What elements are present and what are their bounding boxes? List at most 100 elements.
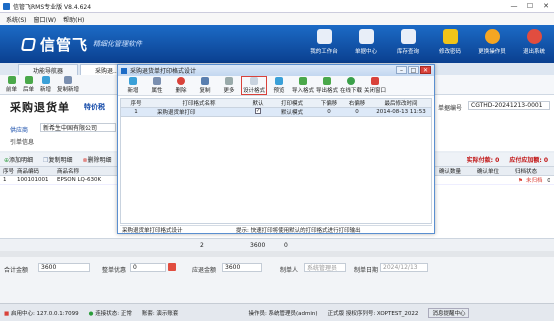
exit-system-button[interactable]: 退出系统 <box>518 29 550 55</box>
import-format-label: 导入格式 <box>291 88 314 94</box>
workbench-label: 我的工作台 <box>310 49 338 55</box>
preview-label: 预览 <box>273 88 285 94</box>
delete-detail-button[interactable]: ⊗删除明细 <box>82 155 111 164</box>
document-icon <box>358 29 374 44</box>
next-doc-button[interactable]: 后单 <box>23 76 34 93</box>
design-format-label: 设计格式 <box>242 88 265 94</box>
status-bar: ■ 启用中心: 127.0.0.1:7099 ● 连接状态: 正常 账套: 演示… <box>0 303 554 321</box>
app-icon <box>3 2 10 10</box>
prev-doc-button[interactable]: 前单 <box>6 76 17 93</box>
copy-new-button[interactable]: 复制新增 <box>57 76 79 93</box>
exit-system-label: 退出系统 <box>522 49 545 55</box>
col-down-offset: 下偏移 <box>320 101 338 107</box>
col-code: 商品编码 <box>17 169 40 175</box>
document-type: 特价税 <box>84 103 105 111</box>
import-icon <box>299 77 307 85</box>
delete-format-label: 删除 <box>175 88 187 94</box>
import-format-button[interactable]: 导入格式 <box>291 77 315 94</box>
bottom-form: 合计金额 3600 整单优惠 0 应退金额 3600 制单人 系统管理员 制单日… <box>0 257 554 303</box>
dialog-status-hint: 提示: 快速打印将使用默认的打印格式进行打印输出 <box>236 228 361 234</box>
copy-detail-label: 复制明细 <box>48 157 73 164</box>
print-format-dialog: 采购退货单打印格式设计 – □ ✕ 新增 属性 删除 复制 更多 设计格式 预览… <box>117 64 435 234</box>
total-field[interactable]: 3600 <box>38 263 90 272</box>
menu-help[interactable]: 帮助(H) <box>63 15 84 24</box>
server-status: ■ 启用中心: 127.0.0.1:7099 <box>4 309 79 317</box>
dialog-maximize-button[interactable]: □ <box>408 66 419 74</box>
col-modified-time: 最后修改时间 <box>384 101 418 107</box>
design-format-button[interactable]: 设计格式 <box>241 76 267 95</box>
row-default[interactable]: ✓ <box>247 108 269 116</box>
discount-icon[interactable] <box>168 263 176 271</box>
exit-icon <box>526 29 542 44</box>
switch-operator-button[interactable]: 更换操作员 <box>476 29 508 55</box>
default-checkbox[interactable]: ✓ <box>255 108 261 114</box>
copy-format-button[interactable]: 复制 <box>193 77 217 94</box>
order-no-field[interactable]: CGTHD-20241213-0001 <box>468 101 550 110</box>
flag-icon: ⚑ <box>518 178 523 184</box>
due-label: 应退金额 <box>192 267 217 274</box>
license-status: 正式版 授权序列号: XOPTEST_2022 <box>327 310 419 317</box>
document-center-label: 单据中心 <box>354 49 377 55</box>
format-grid-header: 序号 打印格式名称 默认 打印模式 下偏移 右偏移 最后修改时间 <box>121 99 431 108</box>
more-label: 更多 <box>223 88 235 94</box>
menu-system[interactable]: 系统(S) <box>6 15 27 24</box>
due-field[interactable]: 3600 <box>222 263 262 272</box>
user-icon <box>484 29 500 44</box>
copy-icon <box>64 76 73 84</box>
inventory-query-label: 库存查询 <box>396 49 419 55</box>
properties-button[interactable]: 属性 <box>145 77 169 94</box>
menu-bar: 系统(S) 窗口(W) 帮助(H) <box>0 13 554 25</box>
document-center-button[interactable]: 单据中心 <box>350 29 382 55</box>
close-window-label: 关闭窗口 <box>363 88 386 94</box>
dialog-minimize-button[interactable]: – <box>396 66 407 74</box>
table-row[interactable]: 1 采购退货单打印 ✓ 默认模式 0 0 2014-08-13 11:53 <box>121 108 431 117</box>
copy-detail-button[interactable]: ❐复制明细 <box>43 155 72 164</box>
change-password-button[interactable]: 修改密码 <box>434 29 466 55</box>
col-no: 序号 <box>130 101 142 107</box>
close-window-button[interactable]: 关闭窗口 <box>363 77 387 94</box>
supplier-field[interactable]: 新希生中国有限公司 <box>40 123 116 132</box>
brand-name: 信管飞 <box>40 35 89 54</box>
message-center-button[interactable]: 消息提醒中心 <box>428 307 470 318</box>
date-field[interactable]: 2024/12/13 <box>380 263 428 272</box>
export-format-button[interactable]: 导出格式 <box>315 77 339 94</box>
close-icon <box>371 77 379 85</box>
new-doc-button[interactable]: 新增 <box>40 76 51 93</box>
new-format-button[interactable]: 新增 <box>121 77 145 94</box>
add-detail-button[interactable]: ⊕添加明细 <box>4 155 33 164</box>
workbench-button[interactable]: 我的工作台 <box>308 29 340 55</box>
more-button[interactable]: 更多 <box>217 77 241 94</box>
grid-footer: 2 3600 0 <box>0 238 554 252</box>
delete-icon <box>177 77 185 85</box>
server-status-text: 启用中心: 127.0.0.1:7099 <box>10 310 79 317</box>
col-name: 商品名称 <box>57 169 80 175</box>
dialog-close-button[interactable]: ✕ <box>420 66 431 74</box>
online-download-button[interactable]: 在线下载 <box>339 77 363 94</box>
preview-button[interactable]: 预览 <box>267 77 291 94</box>
reference-label: 引单信息 <box>10 139 35 146</box>
arrow-right-icon <box>24 76 33 84</box>
copy-format-label: 复制 <box>199 88 211 94</box>
delete-format-button[interactable]: 删除 <box>169 77 193 94</box>
delete-detail-label: 删除明细 <box>87 157 112 164</box>
window-title: 信管飞RMS专业版 V8.4.624 <box>13 3 92 11</box>
discount-field[interactable]: 0 <box>130 263 166 272</box>
maker-label: 制单人 <box>280 267 299 274</box>
tab-function-navigator[interactable]: 功能导航器 <box>18 64 79 75</box>
format-grid: 序号 打印格式名称 默认 打印模式 下偏移 右偏移 最后修改时间 1 采购退货单… <box>120 98 432 224</box>
menu-window[interactable]: 窗口(W) <box>34 15 57 24</box>
server-icon: ■ <box>4 310 10 317</box>
inventory-query-button[interactable]: 库存查询 <box>392 29 424 55</box>
row-status-num: 0 <box>544 178 550 184</box>
maker-field[interactable]: 系统管理员 <box>304 263 346 272</box>
dialog-toolbar: 新增 属性 删除 复制 更多 设计格式 预览 导入格式 导出格式 在线下载 关闭… <box>118 76 434 96</box>
payable-amount: 应付应加额: 0 <box>509 157 548 164</box>
close-button[interactable]: ✕ <box>538 2 554 10</box>
date-label: 制单日期 <box>354 267 379 274</box>
minimize-button[interactable]: — <box>506 2 522 10</box>
maximize-button[interactable]: ☐ <box>522 2 538 10</box>
dialog-titlebar: 采购退货单打印格式设计 – □ ✕ <box>118 65 434 76</box>
design-icon <box>250 77 258 85</box>
plus-icon <box>129 77 137 85</box>
connection-status-text: 连接状态: 正常 <box>95 310 132 317</box>
